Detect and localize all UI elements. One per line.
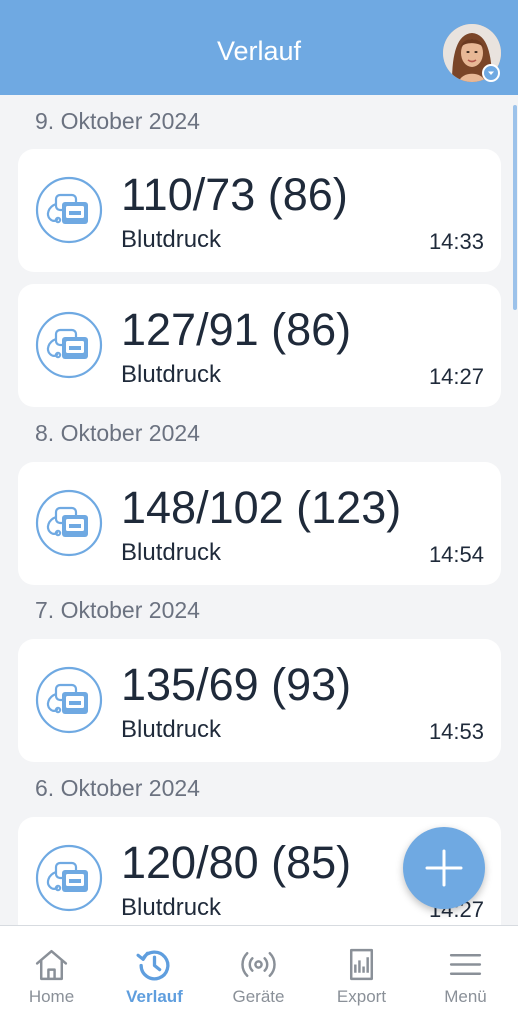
measurement-time: 14:53 xyxy=(428,719,484,744)
nav-label: Home xyxy=(28,987,75,1006)
measurement-card[interactable]: 110/73 (86) Blutdruck 14:33 xyxy=(18,149,501,272)
measurement-type: Blutdruck xyxy=(121,226,222,253)
measurement-type: Blutdruck xyxy=(121,539,222,566)
page-title: Verlauf xyxy=(216,36,302,66)
add-measurement-button[interactable] xyxy=(403,827,485,909)
broadcast-icon xyxy=(241,951,276,978)
nav-label: Verlauf xyxy=(126,987,183,1006)
blood-pressure-monitor-icon xyxy=(35,176,103,244)
measurement-value: 127/91 (86) xyxy=(121,304,352,355)
plus-icon xyxy=(425,849,463,887)
nav-label: Menü xyxy=(444,987,487,1006)
blood-pressure-monitor-icon xyxy=(35,666,103,734)
measurement-type: Blutdruck xyxy=(121,894,222,921)
nav-item-home[interactable]: Home xyxy=(0,926,103,1019)
date-header: 9. Oktober 2024 xyxy=(35,108,200,134)
blood-pressure-monitor-icon xyxy=(35,489,103,557)
nav-item-menu[interactable]: Menü xyxy=(414,926,517,1019)
measurement-time: 14:27 xyxy=(428,364,484,389)
blood-pressure-monitor-icon xyxy=(35,844,103,912)
measurement-time: 14:33 xyxy=(428,229,484,254)
nav-label: Geräte xyxy=(232,987,285,1006)
measurement-card[interactable]: 148/102 (123) Blutdruck 14:54 xyxy=(18,462,501,585)
measurement-card[interactable]: 127/91 (86) Blutdruck 14:27 xyxy=(18,284,501,407)
nav-item-geraete[interactable]: Geräte xyxy=(207,926,310,1019)
measurement-value: 110/73 (86) xyxy=(121,169,348,220)
date-header: 7. Oktober 2024 xyxy=(35,597,200,623)
measurement-value: 148/102 (123) xyxy=(121,482,402,533)
nav-label: Export xyxy=(336,987,387,1006)
bottom-navigation: Home Verlauf Geräte Export Menü xyxy=(0,925,518,1019)
blood-pressure-monitor-icon xyxy=(35,311,103,379)
menu-icon xyxy=(449,954,482,975)
nav-item-verlauf[interactable]: Verlauf xyxy=(103,926,206,1019)
scrollbar[interactable] xyxy=(513,105,517,310)
measurement-type: Blutdruck xyxy=(121,361,222,388)
nav-item-export[interactable]: Export xyxy=(310,926,413,1019)
date-header: 6. Oktober 2024 xyxy=(35,775,200,801)
app-header: Verlauf xyxy=(0,0,518,95)
measurement-card[interactable]: 135/69 (93) Blutdruck 14:53 xyxy=(18,639,501,762)
document-icon xyxy=(349,948,374,981)
history-icon xyxy=(136,950,170,981)
measurement-time: 14:54 xyxy=(428,542,484,567)
avatar-dropdown-icon[interactable] xyxy=(482,64,500,82)
date-header: 8. Oktober 2024 xyxy=(35,420,200,446)
measurement-value: 135/69 (93) xyxy=(121,659,352,710)
measurement-type: Blutdruck xyxy=(121,716,222,743)
measurement-value: 120/80 (85) xyxy=(121,837,352,888)
home-icon xyxy=(35,949,68,981)
